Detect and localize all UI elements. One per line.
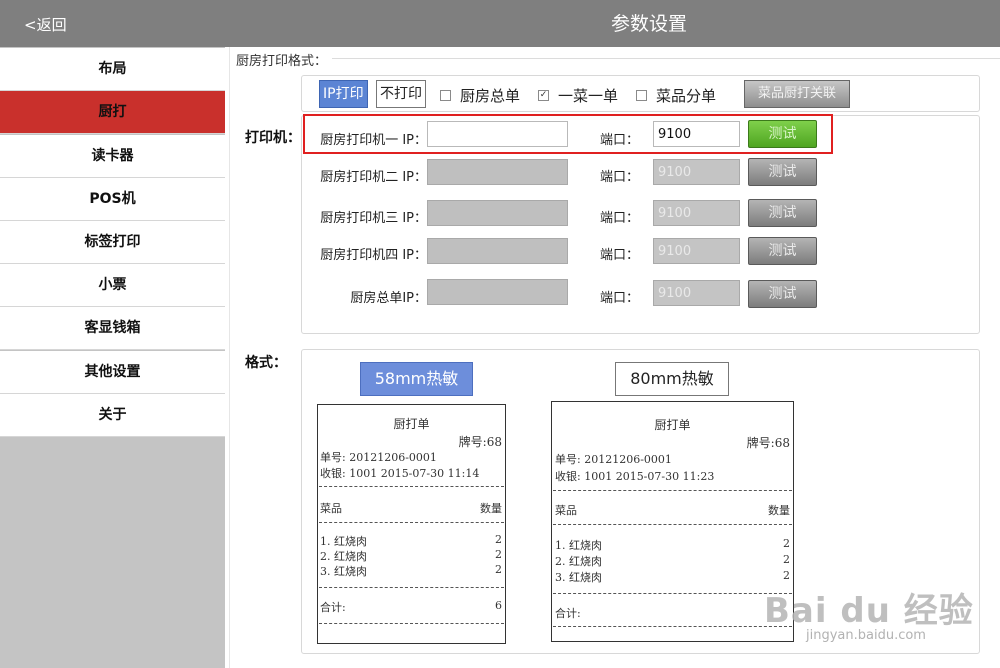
format-80mm-button[interactable]: 80mm热敏	[615, 362, 729, 396]
top-bar: <返回 参数设置	[0, 0, 1000, 47]
sidebar-item-customer-display[interactable]: 客显钱箱	[0, 307, 225, 350]
receipt-item-qty: 2	[495, 548, 502, 561]
receipt-total-label: 合计:	[320, 601, 346, 614]
kitchen-total-port-input[interactable]	[653, 280, 740, 306]
receipt-divider	[553, 524, 792, 525]
receipt-item-name: 3. 红烧肉	[320, 565, 367, 578]
sidebar-item-label-print[interactable]: 标签打印	[0, 221, 225, 264]
printer-2-ip-input[interactable]	[427, 159, 568, 185]
printer-4-test-button[interactable]: 测试	[748, 237, 817, 265]
printer-section-label: 打印机：	[245, 130, 301, 146]
sidebar-item-card-reader[interactable]: 读卡器	[0, 135, 225, 178]
receipt-col-qty: 数量	[480, 502, 502, 515]
baidu-watermark-url: jingyan.baidu.com	[806, 628, 926, 643]
receipt-divider	[553, 626, 792, 627]
printer-3-ip-input[interactable]	[427, 200, 568, 226]
receipt-total-label: 合计:	[555, 607, 581, 620]
printer-3-ip-label: 厨房打印机三 IP：	[320, 211, 427, 226]
checkbox-unchecked-icon	[440, 90, 451, 101]
receipt-divider	[319, 623, 504, 624]
receipt-item-name: 1. 红烧肉	[555, 539, 602, 552]
receipt-divider	[319, 486, 504, 487]
receipt-cashier-line: 收银: 1001 2015-07-30 11:23	[555, 470, 715, 483]
receipt-total-value: 6	[495, 599, 502, 612]
receipt-cashier-line: 收银: 1001 2015-07-30 11:14	[320, 467, 480, 480]
printer-3-port-input[interactable]	[653, 200, 740, 226]
receipt-col-item: 菜品	[555, 504, 577, 517]
sidebar-item-receipt[interactable]: 小票	[0, 264, 225, 307]
printer-2-port-label: 端口：	[600, 170, 640, 185]
one-dish-one-order-label: 一菜一单	[558, 87, 619, 105]
printer-2-test-button[interactable]: 测试	[748, 158, 817, 186]
kitchen-format-legend: 厨房打印格式：	[236, 50, 332, 69]
receipt-title: 厨打单	[654, 418, 691, 432]
kitchen-total-label: 厨房总单	[460, 87, 521, 105]
baidu-watermark-logo: Bai du 经验	[764, 591, 974, 631]
main-divider	[229, 47, 230, 668]
receipt-title: 厨打单	[393, 417, 430, 431]
receipt-item-name: 2. 红烧肉	[555, 555, 602, 568]
receipt-divider	[319, 522, 504, 523]
sidebar-item-kitchen-print[interactable]: 厨打	[0, 91, 225, 134]
receipt-col-qty: 数量	[768, 504, 790, 517]
sidebar-item-other-settings[interactable]: 其他设置	[0, 351, 225, 394]
legend-divider	[332, 58, 1000, 59]
checkbox-checked-icon: ✓	[538, 90, 549, 101]
sidebar-item-about[interactable]: 关于	[0, 394, 225, 437]
kitchen-total-ip-input[interactable]	[427, 279, 568, 305]
receipt-divider	[553, 593, 792, 594]
receipt-item-name: 1. 红烧肉	[320, 535, 367, 548]
dish-kitchen-link-button[interactable]: 菜品厨打关联	[744, 80, 850, 108]
kitchen-total-ip-label: 厨房总单IP：	[350, 291, 427, 306]
receipt-item-qty: 2	[495, 533, 502, 546]
receipt-divider	[319, 587, 504, 588]
receipt-col-item: 菜品	[320, 502, 342, 515]
page-title: 参数设置	[610, 13, 687, 35]
one-dish-one-order-checkbox[interactable]: ✓ 一菜一单	[538, 85, 618, 106]
sidebar-item-pos[interactable]: POS机	[0, 178, 225, 221]
printer-4-ip-input[interactable]	[427, 238, 568, 264]
printer-4-port-label: 端口：	[600, 248, 640, 263]
kitchen-total-checkbox[interactable]: 厨房总单	[440, 85, 520, 106]
printer-2-ip-label: 厨房打印机二 IP：	[320, 170, 427, 185]
receipt-item-qty: 2	[783, 569, 790, 582]
receipt-item-qty: 2	[783, 553, 790, 566]
ip-print-button[interactable]: IP打印	[319, 80, 368, 108]
receipt-order-number: 单号: 20121206-0001	[320, 451, 437, 464]
receipt-item-name: 3. 红烧肉	[555, 571, 602, 584]
sidebar-item-layout[interactable]: 布局	[0, 48, 225, 91]
receipt-58mm-preview: 厨打单 牌号:68 单号: 20121206-0001 收银: 1001 201…	[317, 404, 506, 644]
receipt-table-number: 牌号:68	[458, 435, 502, 449]
receipt-divider	[553, 490, 792, 491]
printer-4-port-input[interactable]	[653, 238, 740, 264]
kitchen-total-test-button[interactable]: 测试	[748, 280, 817, 308]
receipt-item-name: 2. 红烧肉	[320, 550, 367, 563]
format-section-label: 格式：	[245, 355, 287, 371]
receipt-80mm-preview: 厨打单 牌号:68 单号: 20121206-0001 收银: 1001 201…	[551, 401, 794, 642]
receipt-table-number: 牌号:68	[746, 436, 790, 450]
highlight-annotation	[303, 114, 833, 154]
no-print-button[interactable]: 不打印	[376, 80, 426, 108]
receipt-item-qty: 2	[783, 537, 790, 550]
dish-split-checkbox[interactable]: 菜品分单	[636, 85, 716, 106]
checkbox-unchecked-icon	[636, 90, 647, 101]
receipt-order-number: 单号: 20121206-0001	[555, 453, 672, 466]
printer-2-port-input[interactable]	[653, 159, 740, 185]
printer-4-ip-label: 厨房打印机四 IP：	[320, 248, 427, 263]
kitchen-total-port-label: 端口：	[600, 291, 640, 306]
printer-3-port-label: 端口：	[600, 211, 640, 226]
printer-3-test-button[interactable]: 测试	[748, 199, 817, 227]
receipt-item-qty: 2	[495, 563, 502, 576]
dish-split-label: 菜品分单	[656, 87, 717, 105]
format-58mm-button[interactable]: 58mm热敏	[360, 362, 473, 396]
